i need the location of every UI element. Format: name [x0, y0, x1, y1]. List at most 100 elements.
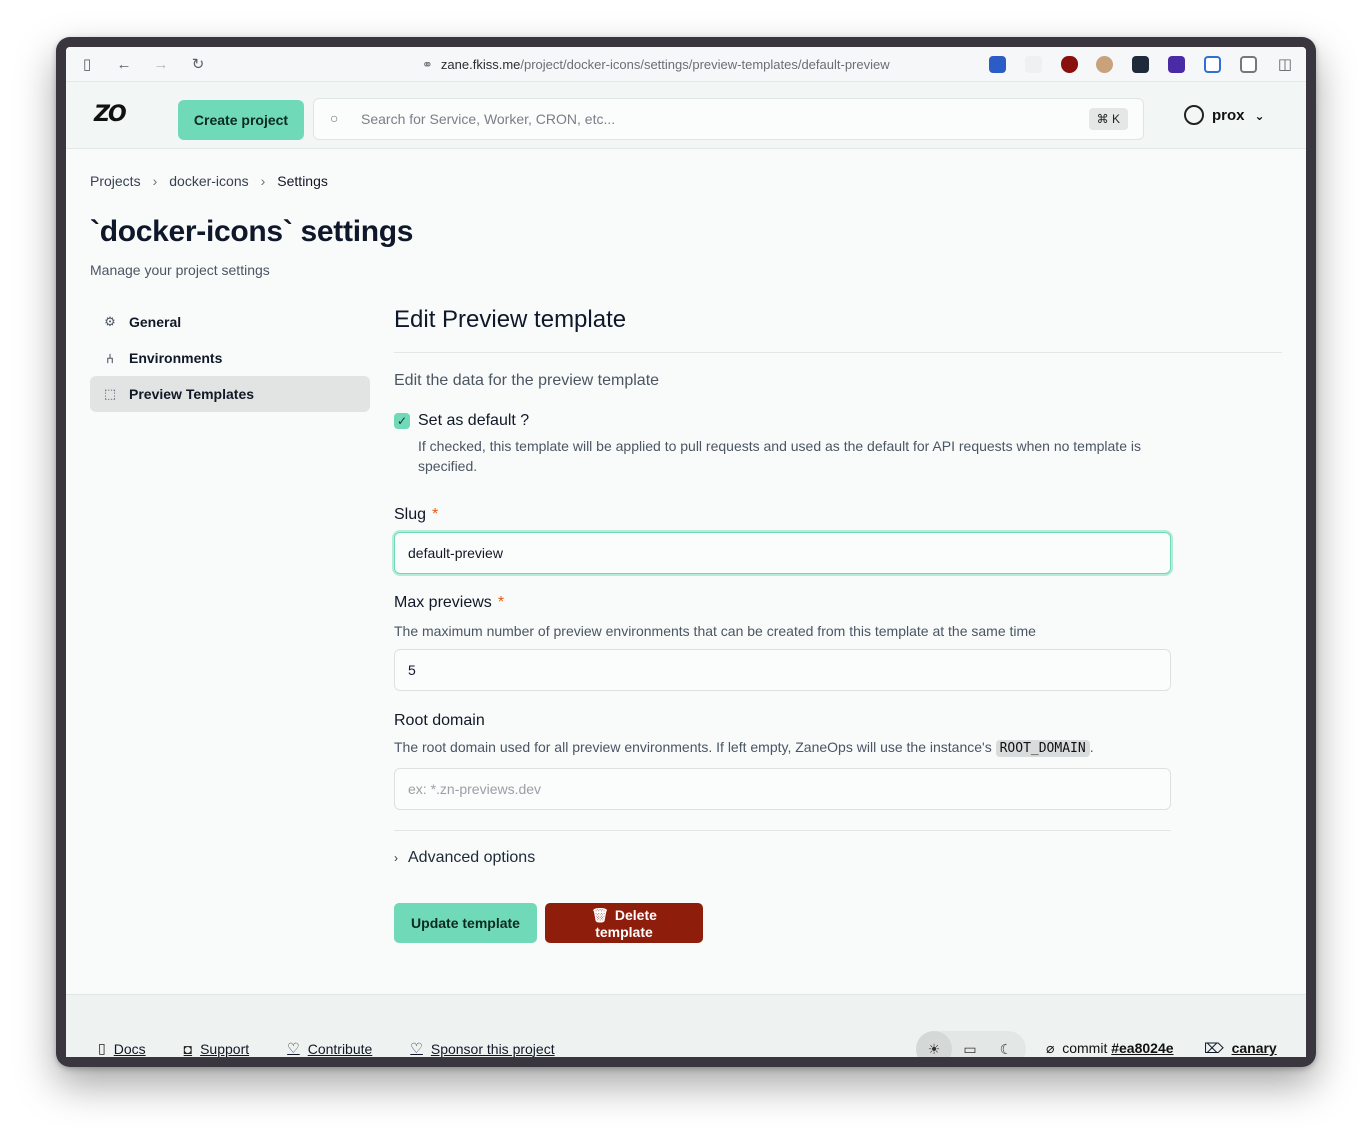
sponsor-link[interactable]: ♡ Sponsor this project [410, 1040, 554, 1057]
default-checkbox-label[interactable]: Set as default ? [418, 412, 529, 430]
ublock-icon[interactable] [1061, 56, 1078, 73]
contribute-link[interactable]: ♡ Contribute [287, 1040, 372, 1057]
moon-icon[interactable]: ☾ [988, 1031, 1024, 1057]
search-placeholder: Search for Service, Worker, CRON, etc... [361, 111, 616, 127]
tag-icon: ⌦ [1204, 1040, 1224, 1056]
root-domain-help-suffix: . [1089, 739, 1094, 755]
form-actions: Update template 🗑 Delete template [394, 903, 1282, 943]
root-domain-help-text: The root domain used for all preview env… [394, 739, 992, 755]
channel-link[interactable]: canary [1232, 1040, 1277, 1056]
footer: ▯ Docs ◘ Support ♡ Contribute ♡ Sponsor this… [66, 994, 1306, 1057]
extension-icon[interactable] [989, 56, 1006, 73]
default-checkbox-row: ✓ Set as default ? [394, 412, 1282, 430]
delete-template-button[interactable]: 🗑 Delete template [545, 903, 703, 943]
settings-sidebar: ⚙ General ⑃ Environments ⬚ Preview Template… [90, 304, 370, 412]
template-icon: ⬚ [103, 386, 117, 401]
max-previews-help: The maximum number of preview environmen… [394, 623, 1036, 639]
chevron-right-icon: › [394, 851, 398, 865]
app-header: ZO Create project ○ Search for Service, … [66, 82, 1306, 149]
browser-toolbar: ▯ ← → ↻ ⚭ zane.fkiss.me/project/docker-ic… [66, 47, 1306, 82]
required-marker: * [432, 506, 439, 523]
max-previews-input[interactable]: 5 [394, 649, 1171, 691]
search-bar[interactable]: ○ Search for Service, Worker, CRON, etc.… [313, 98, 1144, 140]
handshake-heart-icon: ♡ [287, 1040, 300, 1056]
back-arrow-icon[interactable]: ← [115, 56, 133, 74]
release-tag: ⌦ canary [1204, 1040, 1277, 1057]
page-subtitle: Manage your project settings [90, 262, 270, 278]
support-label: Support [200, 1040, 250, 1057]
docs-link[interactable]: ▯ Docs [98, 1040, 146, 1057]
root-domain-input[interactable]: ex: *.zn-previews.dev [394, 768, 1171, 810]
extension-icon[interactable] [1240, 56, 1257, 73]
user-menu[interactable]: prox ⌄ [1184, 104, 1265, 128]
zaneops-logo[interactable]: ZO [94, 102, 127, 127]
search-icon: ○ [330, 110, 339, 126]
laptop-icon[interactable]: ▭ [952, 1031, 988, 1057]
form-description: Edit the data for the preview template [394, 372, 660, 389]
breadcrumb-project[interactable]: docker-icons [169, 173, 248, 189]
update-template-button[interactable]: Update template [394, 903, 537, 943]
root-domain-help: The root domain used for all preview env… [394, 737, 1282, 759]
footer-links: ▯ Docs ◘ Support ♡ Contribute ♡ Sponsor this… [98, 1040, 593, 1057]
slug-label: Slug * [394, 506, 1282, 524]
advanced-options-label: Advanced options [408, 849, 536, 866]
sidebar-item-label: Preview Templates [129, 386, 255, 402]
advanced-options-toggle[interactable]: › Advanced options [394, 849, 1282, 867]
slug-input[interactable]: default-preview [394, 532, 1171, 574]
edit-template-form: Edit Preview template Edit the data for … [394, 304, 1282, 943]
breadcrumb-projects[interactable]: Projects [90, 173, 141, 189]
react-devtools-icon[interactable] [1132, 56, 1149, 73]
sidebar-item-environments[interactable]: ⑃ Environments [90, 340, 370, 376]
form-heading: Edit Preview template [394, 306, 627, 333]
git-commit-icon: ⌀ [1046, 1040, 1055, 1056]
gear-icon: ⚙ [104, 314, 116, 329]
chevron-right-icon: › [152, 173, 158, 189]
theme-switcher: ☀ ▭ ☾ [916, 1031, 1026, 1057]
url-path: /project/docker-icons/settings/preview-t… [520, 57, 890, 72]
extension-icon[interactable] [1204, 56, 1221, 73]
forward-arrow-icon[interactable]: → [152, 56, 170, 74]
chevron-down-icon: ⌄ [1254, 109, 1265, 123]
sun-icon[interactable]: ☀ [916, 1031, 952, 1057]
sponsor-label: Sponsor this project [430, 1040, 555, 1057]
create-project-button[interactable]: Create project [178, 100, 304, 140]
address-bar[interactable]: ⚭ zane.fkiss.me/project/docker-icons/sett… [422, 56, 890, 74]
default-checkbox[interactable]: ✓ [394, 413, 410, 429]
url-domain: zane.fkiss.me [440, 57, 521, 72]
required-marker: * [497, 594, 505, 611]
root-domain-label: Root domain [394, 712, 485, 729]
search-shortcut: ⌘ K [1088, 108, 1128, 130]
divider [394, 352, 1282, 353]
sidebar-toggle-icon[interactable]: ▯ [78, 56, 96, 74]
book-icon: ▯ [98, 1040, 106, 1056]
breadcrumb-current: Settings [277, 173, 328, 189]
heart-icon: ♡ [410, 1040, 423, 1056]
extension-icon[interactable] [1025, 56, 1042, 73]
sidebar-item-general[interactable]: ⚙ General [90, 304, 370, 340]
sidebar-item-preview-templates[interactable]: ⬚ Preview Templates [90, 376, 370, 412]
commit-info: ⌀ commit #ea8024e [1046, 1040, 1174, 1057]
support-link[interactable]: ◘ Support [184, 1040, 250, 1057]
user-icon [1184, 105, 1204, 126]
trash-icon: 🗑 [591, 906, 609, 923]
commit-label: commit [1062, 1040, 1108, 1056]
split-view-icon[interactable]: ◫ [1276, 56, 1294, 74]
link-icon: ⚭ [422, 57, 433, 72]
contribute-label: Contribute [307, 1040, 373, 1057]
username: prox [1212, 107, 1245, 124]
commit-link[interactable]: #ea8024e [1111, 1040, 1173, 1056]
browser-viewport: ▯ ← → ↻ ⚭ zane.fkiss.me/project/docker-ic… [66, 47, 1306, 1057]
default-help: If checked, this template will be applie… [418, 438, 1141, 474]
network-icon: ⑃ [106, 350, 114, 366]
divider [394, 830, 1171, 831]
docs-label: Docs [113, 1040, 146, 1057]
chevron-right-icon: › [260, 173, 266, 189]
extension-icon[interactable] [1168, 56, 1185, 73]
reload-icon[interactable]: ↻ [189, 56, 207, 74]
max-previews-label: Max previews * [394, 594, 1282, 612]
browser-window: ▯ ← → ↻ ⚭ zane.fkiss.me/project/docker-ic… [56, 37, 1316, 1067]
sidebar-item-label: Environments [129, 350, 223, 366]
extension-icon[interactable] [1096, 56, 1113, 73]
slug-label-text: Slug [394, 506, 427, 523]
page-title: `docker-icons` settings [90, 215, 414, 248]
